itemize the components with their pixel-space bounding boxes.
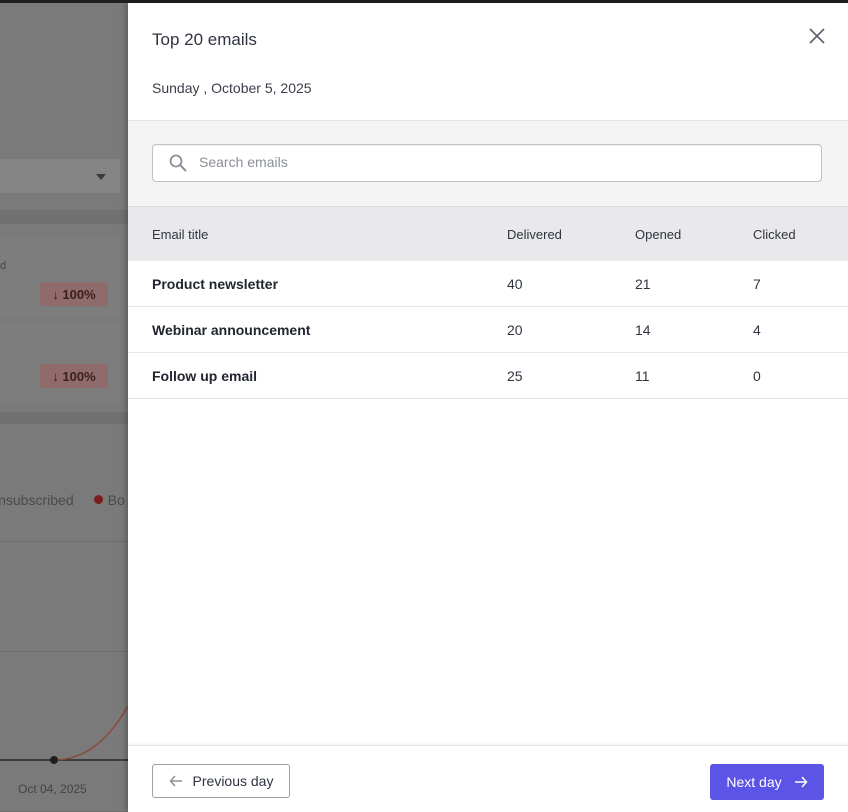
previous-day-label: Previous day [192, 773, 274, 789]
clicked-cell: 4 [753, 322, 761, 338]
email-title-cell: Follow up email [152, 368, 258, 384]
emails-table: Email title Delivered Opened Clicked Pro… [128, 206, 848, 399]
change-badge: ↓ 100% [40, 282, 108, 306]
drawer-title: Top 20 emails [152, 30, 257, 49]
delivered-cell: 40 [507, 276, 523, 292]
drawer-date: Sunday , October 5, 2025 [152, 80, 312, 96]
data-point [50, 756, 58, 764]
clicked-cell: 0 [753, 368, 761, 384]
stat-card [0, 238, 120, 318]
opened-cell: 21 [635, 276, 651, 292]
table-row[interactable]: Product newsletter 40 21 7 [128, 261, 848, 307]
divider [0, 412, 128, 424]
close-button[interactable] [804, 23, 830, 49]
legend-unsubscribed: Unsubscribed [0, 492, 74, 508]
opened-cell: 11 [635, 368, 650, 384]
search-box[interactable] [152, 144, 822, 182]
email-title-cell: Product newsletter [152, 276, 279, 292]
series-line [53, 705, 128, 761]
previous-day-button[interactable]: Previous day [152, 764, 290, 798]
opened-cell: 14 [635, 322, 651, 338]
column-header-clicked: Clicked [753, 227, 796, 242]
legend-bounced: Bo [107, 492, 125, 508]
delivered-cell: 20 [507, 322, 523, 338]
column-header-delivered: Delivered [507, 227, 562, 242]
background-dropdown [0, 158, 121, 194]
chevron-down-icon [96, 174, 106, 180]
delivered-cell: 25 [507, 368, 523, 384]
table-row[interactable]: Follow up email 25 11 0 [128, 353, 848, 399]
email-title-cell: Webinar announcement [152, 322, 311, 338]
arrow-right-icon [794, 776, 808, 788]
table-header: Email title Delivered Opened Clicked [128, 206, 848, 261]
next-day-label: Next day [726, 774, 782, 790]
top-emails-drawer: Top 20 emails Sunday , October 5, 2025 E… [128, 3, 848, 812]
stat-card [0, 322, 120, 402]
chart-legend: Unsubscribed Bo [0, 492, 125, 508]
table-row[interactable]: Webinar announcement 20 14 4 [128, 307, 848, 353]
search-icon [169, 154, 187, 172]
legend-dot-icon [93, 495, 103, 504]
column-header-opened: Opened [635, 227, 682, 242]
x-axis-tick: Oct 04, 2025 [18, 782, 87, 796]
divider [0, 210, 128, 224]
drawer-header: Top 20 emails Sunday , October 5, 2025 [128, 3, 848, 121]
clicked-cell: 7 [753, 276, 761, 292]
stat-label: d [0, 260, 7, 272]
background-chart [0, 541, 128, 771]
change-badge: ↓ 100% [40, 364, 108, 388]
close-icon [809, 28, 825, 44]
search-input[interactable] [199, 145, 799, 179]
column-header-title: Email title [152, 227, 209, 242]
next-day-button[interactable]: Next day [710, 764, 824, 800]
arrow-left-icon [169, 775, 182, 787]
chart-lines [0, 705, 128, 764]
drawer-footer: Previous day Next day [128, 745, 848, 812]
search-area [128, 121, 848, 206]
